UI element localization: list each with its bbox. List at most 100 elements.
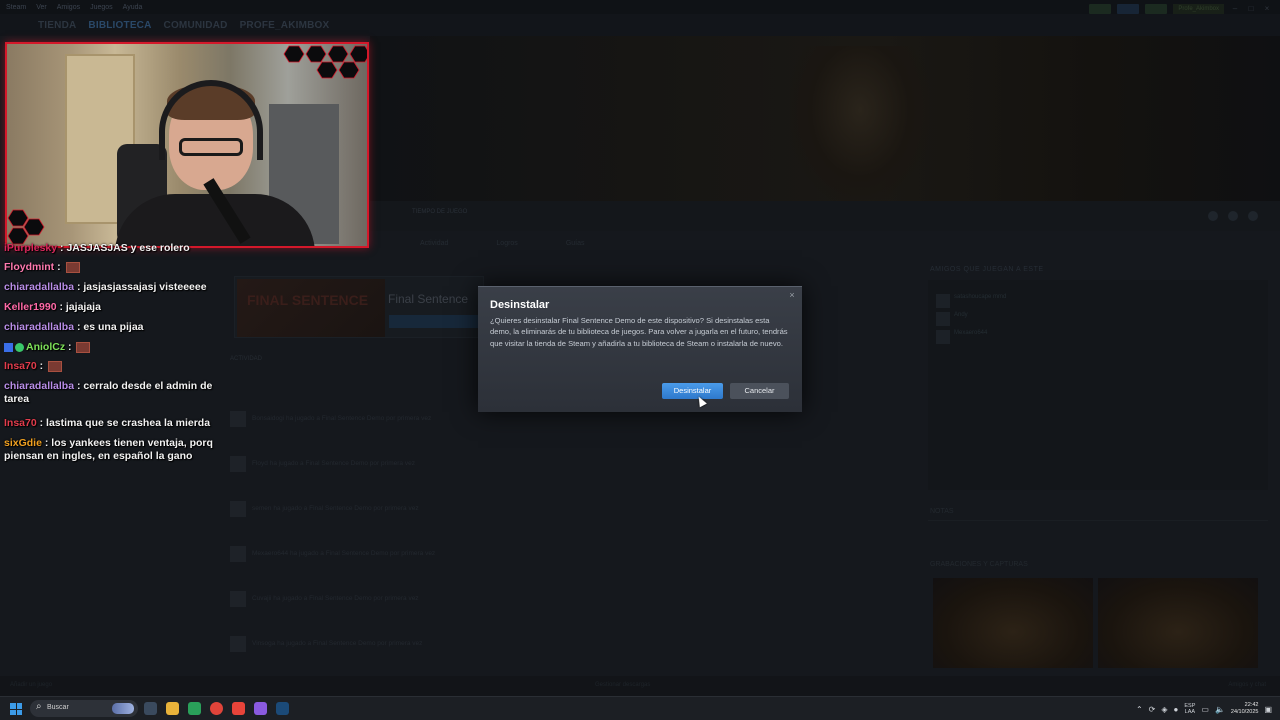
search-icon: ⌕ bbox=[36, 701, 42, 712]
nav-biblioteca[interactable]: BIBLIOTECA bbox=[88, 20, 151, 31]
add-game-button[interactable]: Añadir un juego bbox=[10, 682, 52, 688]
steam-icon[interactable] bbox=[276, 702, 289, 715]
chat-username: chiaradallalba bbox=[4, 321, 75, 333]
chat-username: Keller1990 bbox=[4, 301, 57, 313]
activity-item: Vinsoga ha jugado a Final Sentence Demo … bbox=[230, 634, 720, 654]
nav-tienda[interactable]: TIENDA bbox=[38, 20, 76, 31]
chrome-icon[interactable] bbox=[210, 702, 223, 715]
friend-entry[interactable]: satashoucape mmd bbox=[936, 294, 1006, 308]
avatar bbox=[230, 411, 246, 427]
chat-message: chiaradallalba : es una pijaa bbox=[4, 321, 144, 333]
close-window-icon[interactable]: × bbox=[1262, 5, 1272, 13]
clock[interactable]: 22:42 24/10/2025 bbox=[1231, 702, 1259, 716]
friends-chat-button[interactable]: Amigos y chat bbox=[1228, 682, 1266, 688]
info-icon[interactable] bbox=[1228, 211, 1238, 221]
maximize-icon[interactable]: □ bbox=[1246, 5, 1256, 13]
uninstall-button[interactable]: Desinstalar bbox=[662, 383, 723, 399]
sync-icon[interactable]: ⟳ bbox=[1149, 705, 1156, 714]
display-icon[interactable]: ▭ bbox=[1201, 705, 1209, 714]
menu-juegos[interactable]: Juegos bbox=[90, 4, 113, 11]
date: 24/10/2025 bbox=[1230, 709, 1259, 715]
search-placeholder: Buscar bbox=[47, 704, 69, 711]
volume-icon[interactable]: 🔈 bbox=[1215, 705, 1225, 714]
nav-comunidad[interactable]: COMUNIDAD bbox=[164, 20, 228, 31]
emote-icon bbox=[65, 261, 80, 273]
activity-text: Vinsoga ha jugado a Final Sentence Demo … bbox=[252, 640, 423, 647]
app-icon[interactable] bbox=[232, 702, 245, 715]
keyboard-layout: LAA bbox=[1184, 709, 1196, 715]
dialog-message: ¿Quieres desinstalar Final Sentence Demo… bbox=[490, 316, 788, 348]
steam-menubar: Steam Ver Amigos Juegos Ayuda bbox=[0, 0, 1280, 14]
cancel-button[interactable]: Cancelar bbox=[730, 383, 789, 399]
friend-name: Andy bbox=[954, 312, 968, 318]
activity-text: Cuvajii ha jugado a Final Sentence Demo … bbox=[252, 595, 419, 602]
taskbar: ⌕ Buscar ⌃ ⟳ ◈ ● ESP LAA ▭ 🔈 22:42 24/10… bbox=[0, 696, 1280, 720]
emote-icon bbox=[76, 341, 91, 353]
activity-item: Bonsaidogi ha jugado a Final Sentence De… bbox=[230, 409, 720, 429]
tab-actividad[interactable]: Actividad bbox=[420, 240, 448, 247]
language-indicator[interactable]: ESP LAA bbox=[1184, 703, 1195, 715]
activity-item: Cuvajii ha jugado a Final Sentence Demo … bbox=[230, 589, 720, 609]
chat-text: lastima que se crashea la mierda bbox=[46, 417, 211, 429]
chat-text: es una pijaa bbox=[83, 321, 144, 333]
chat-message: AniolCz : bbox=[4, 341, 222, 354]
tab-logros[interactable]: Logros bbox=[496, 240, 517, 247]
chat-message: Insa70 : lastima que se crashea la mierd… bbox=[4, 417, 211, 429]
network-icon[interactable]: ◈ bbox=[1161, 705, 1167, 714]
chat-message: Keller1990 : jajajaja bbox=[4, 301, 101, 313]
demo-title: Final Sentence bbox=[388, 292, 469, 306]
steam-tray-icon[interactable]: ● bbox=[1174, 705, 1179, 714]
downloads-button[interactable]: Gestionar descargas bbox=[595, 682, 650, 688]
activity-text: Mexaero644 ha jugado a Final Sentence De… bbox=[252, 550, 436, 557]
tab-guias[interactable]: Guías bbox=[566, 240, 585, 247]
chat-username: AniolCz bbox=[26, 341, 66, 353]
demo-card: FINAL SENTENCE bbox=[234, 276, 484, 338]
xbox-icon[interactable] bbox=[188, 702, 201, 715]
glasses bbox=[179, 138, 243, 156]
screenshot-thumbnail[interactable] bbox=[933, 578, 1093, 668]
chat-message: chiaradallalba : jasjasjassajasj visteee… bbox=[4, 281, 207, 293]
demo-art-text: FINAL SENTENCE bbox=[247, 292, 369, 308]
favorite-icon[interactable] bbox=[1248, 211, 1258, 221]
chevron-up-icon[interactable]: ⌃ bbox=[1136, 705, 1143, 714]
task-view-icon[interactable] bbox=[144, 702, 157, 715]
activity-text: semen ha jugado a Final Sentence Demo po… bbox=[252, 505, 419, 512]
chat-message: Insa70 : bbox=[4, 360, 222, 373]
minimize-icon[interactable]: – bbox=[1230, 5, 1240, 13]
chat-text: jajajaja bbox=[65, 301, 101, 313]
chat-text: JASJASJAS y ese rolero bbox=[66, 242, 190, 254]
notification-icon[interactable]: ▣ bbox=[1264, 705, 1272, 714]
wallet-button[interactable] bbox=[1145, 4, 1168, 14]
friend-entry[interactable]: Andy bbox=[936, 312, 968, 326]
settings-icon[interactable] bbox=[1208, 211, 1218, 221]
taskbar-search[interactable]: ⌕ Buscar bbox=[30, 700, 138, 717]
activity-item: Floyd ha jugado a Final Sentence Demo po… bbox=[230, 454, 720, 474]
user-menu[interactable]: Profe_Akimbox bbox=[1173, 4, 1224, 14]
game-hero-banner bbox=[370, 36, 1280, 206]
nav-profile[interactable]: PROFE_AKIMBOX bbox=[240, 20, 330, 31]
menu-amigos[interactable]: Amigos bbox=[57, 4, 80, 11]
chat-username: chiaradallalba bbox=[4, 281, 75, 293]
menu-steam[interactable]: Steam bbox=[6, 4, 26, 11]
demo-thumbnail[interactable]: FINAL SENTENCE bbox=[237, 279, 385, 337]
close-icon[interactable]: × bbox=[786, 289, 798, 301]
activity-text: Bonsaidogi ha jugado a Final Sentence De… bbox=[252, 415, 432, 422]
badge-icon bbox=[15, 342, 24, 352]
menu-ver[interactable]: Ver bbox=[36, 4, 47, 11]
stream-chat: iPurplesky : JASJASJAS y ese rolero Floy… bbox=[0, 242, 225, 472]
windows-start-icon[interactable] bbox=[10, 703, 22, 715]
notifications-button[interactable] bbox=[1117, 4, 1140, 14]
chat-username: Floydmint bbox=[4, 261, 55, 273]
discord-icon[interactable] bbox=[254, 702, 267, 715]
dialog-title: Desinstalar bbox=[490, 299, 550, 311]
friend-entry[interactable]: Mexaero644 bbox=[936, 330, 987, 344]
friend-name: satashoucape mmd bbox=[954, 294, 1007, 300]
game-action-bar: TIEMPO DE JUEGO bbox=[370, 201, 1280, 231]
system-tray: ⌃ ⟳ ◈ ● ESP LAA ▭ 🔈 22:42 24/10/2025 ▣ bbox=[1136, 697, 1280, 720]
file-explorer-icon[interactable] bbox=[166, 702, 179, 715]
steam-nav: TIENDA BIBLIOTECA COMUNIDAD PROFE_AKIMBO… bbox=[0, 14, 1280, 36]
store-page-button[interactable] bbox=[389, 315, 481, 328]
broadcast-button[interactable] bbox=[1089, 4, 1112, 14]
screenshot-thumbnail[interactable] bbox=[1098, 578, 1258, 668]
menu-ayuda[interactable]: Ayuda bbox=[123, 4, 143, 11]
